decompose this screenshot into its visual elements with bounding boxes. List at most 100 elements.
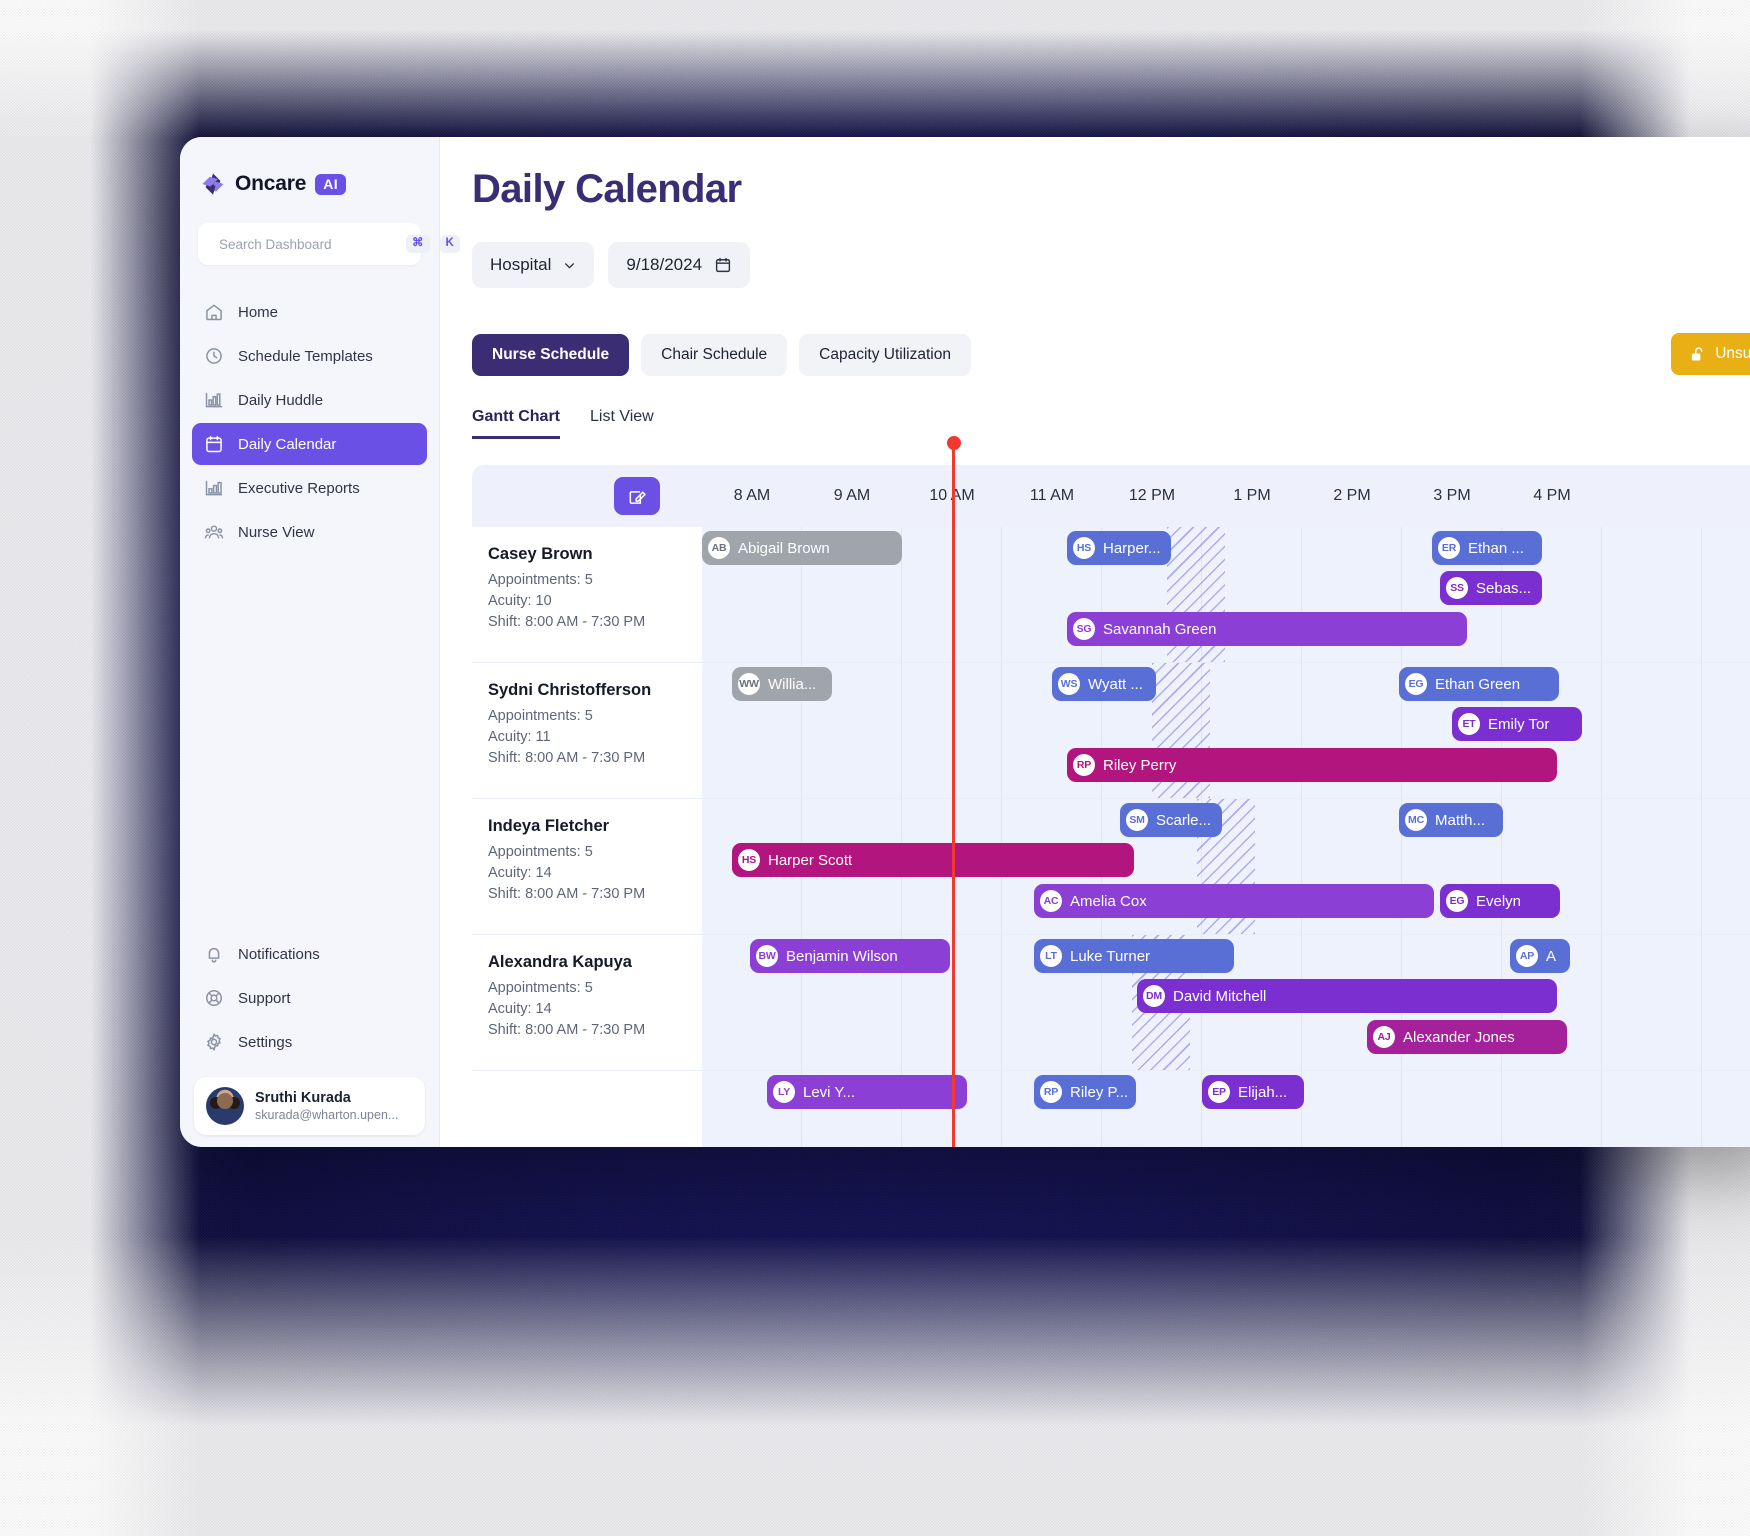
date-picker[interactable]: 9/18/2024 [608, 242, 751, 288]
appointment-bar[interactable]: AC Amelia Cox [1034, 884, 1434, 918]
time-label: 1 PM [1233, 487, 1271, 504]
patient-initials-avatar: HS [738, 849, 760, 871]
appointment-bar[interactable]: AB Abigail Brown [702, 531, 902, 565]
appointment-bar[interactable]: RP Riley Perry [1067, 748, 1557, 782]
tab-chair-schedule[interactable]: Chair Schedule [641, 334, 788, 376]
nurse-info: Indeya Fletcher Appointments: 5 Acuity: 14… [472, 799, 702, 934]
search-input[interactable] [219, 236, 396, 252]
sidebar-item-support[interactable]: Support [192, 977, 427, 1019]
appointment-bar[interactable]: WS Wyatt ... [1052, 667, 1156, 701]
nurse-meta-line: Shift: 8:00 AM - 7:30 PM [488, 886, 646, 903]
appointment-bar[interactable]: AJ Alexander Jones [1367, 1020, 1567, 1054]
patient-initials-avatar: DM [1143, 985, 1165, 1007]
sidebar-item-schedule-templates[interactable]: Schedule Templates [192, 335, 427, 377]
bell-icon [208, 947, 220, 963]
patient-initials-avatar: SS [1446, 577, 1468, 599]
calendar-icon [206, 435, 222, 453]
lifebuoy-icon [206, 990, 222, 1006]
appointment-bar[interactable]: ET Emily Tor [1452, 707, 1582, 741]
page-title: Daily Calendar [472, 167, 742, 211]
patient-name: Scarle... [1156, 811, 1212, 829]
schedule-tabs: Nurse Schedule Chair Schedule Capacity U… [472, 334, 1750, 376]
sidebar-item-executive-reports[interactable]: Executive Reports [192, 467, 427, 509]
chevron-down-icon [565, 262, 575, 268]
location-select[interactable]: Hospital [472, 242, 595, 288]
patient-name: Riley P... [1070, 1083, 1129, 1101]
appointment-bar[interactable]: LT Luke Turner [1034, 939, 1234, 973]
tab-capacity-utilization[interactable]: Capacity Utilization [799, 334, 971, 376]
nurse-meta-line: Acuity: 14 [488, 1001, 552, 1018]
tab-nurse-schedule[interactable]: Nurse Schedule [472, 334, 630, 376]
appointment-bar[interactable]: WW Willia... [732, 667, 832, 701]
tab-gantt-chart[interactable]: Gantt Chart [472, 408, 560, 439]
tab-list-view[interactable]: List View [590, 408, 654, 439]
unlock-icon [1692, 346, 1703, 361]
patient-name: Harper... [1103, 539, 1161, 557]
appointment-bar[interactable]: EG Evelyn [1440, 884, 1560, 918]
nurse-info [472, 1071, 702, 1147]
nurse-info: Sydni Christofferson Appointments: 5 Acuit… [472, 663, 702, 798]
patient-name: Evelyn [1476, 892, 1522, 910]
appointment-bar[interactable]: RP Riley P... [1034, 1075, 1136, 1109]
brand: Oncare AI [180, 137, 439, 197]
patient-initials-avatar: AC [1040, 890, 1062, 912]
sidebar-item-notifications[interactable]: Notifications [192, 933, 427, 975]
appointment-bar[interactable]: HS Harper Scott [732, 843, 1134, 877]
location-value: Hospital [490, 255, 552, 274]
gantt-row: Sydni Christofferson Appointments: 5 Acuit… [472, 663, 1750, 799]
brand-name: Oncare [235, 172, 307, 195]
sidebar-item-settings[interactable]: Settings [192, 1021, 427, 1063]
nurse-name: Casey Brown [488, 545, 593, 563]
patient-name: Matth... [1435, 811, 1486, 829]
sidebar-item-label: Notifications [238, 945, 320, 963]
appointment-bar[interactable]: MC Matth... [1399, 803, 1503, 837]
bar-chart-icon [205, 392, 223, 408]
now-marker-line [952, 443, 955, 1147]
appointment-bar[interactable]: EP Elijah... [1202, 1075, 1304, 1109]
appointment-bar[interactable]: SM Scarle... [1120, 803, 1222, 837]
unsubscribe-button[interactable]: Unsub [1671, 333, 1750, 375]
view-tabs: Gantt Chart List View [472, 408, 1750, 439]
nurse-meta: Appointments: 5 Acuity: 10 Shift: 8:00 AM … [488, 570, 686, 633]
appointment-bar[interactable]: BW Benjamin Wilson [750, 939, 950, 973]
nurse-meta: Appointments: 5 Acuity: 14 Shift: 8:00 AM … [488, 978, 686, 1041]
sidebar-item-home[interactable]: Home [192, 291, 427, 333]
patient-initials-avatar: LY [773, 1081, 795, 1103]
appointment-bar[interactable]: ER Ethan ... [1432, 531, 1542, 565]
patient-initials-avatar: WS [1058, 673, 1080, 695]
nurse-meta: Appointments: 5 Acuity: 11 Shift: 8:00 AM … [488, 706, 686, 769]
appointment-bar[interactable]: EG Ethan Green [1399, 667, 1559, 701]
gantt-lane: BW Benjamin Wilson LT Luke Turner AP A DM David… [702, 935, 1750, 1070]
time-label: 4 PM [1533, 487, 1571, 504]
appointment-bar[interactable]: HS Harper... [1067, 531, 1171, 565]
chart-up-icon [205, 480, 223, 496]
patient-initials-avatar: EP [1208, 1081, 1230, 1103]
time-label: 9 AM [833, 487, 871, 504]
patient-name: Savannah Green [1103, 620, 1217, 638]
edit-schedule-button[interactable] [614, 477, 660, 515]
nurse-meta-line: Acuity: 14 [488, 865, 552, 882]
patient-name: Luke Turner [1070, 947, 1151, 965]
app-window: Oncare AI ⌘ K Home Sched [180, 137, 1750, 1147]
patient-name: A [1546, 947, 1557, 965]
gantt-body: 8 AM 9 AM 10 AM 11 AM 12 PM 1 PM 2 PM 3 PM 4 PM … [472, 465, 1750, 1147]
appointment-bar[interactable]: LY Levi Y... [767, 1075, 967, 1109]
appointment-bar[interactable]: AP A [1510, 939, 1570, 973]
appointment-bar[interactable]: SG Savannah Green [1067, 612, 1467, 646]
calendar-icon [715, 257, 731, 273]
filter-controls: Hospital 9/18/2024 [472, 242, 1750, 288]
patient-name: Amelia Cox [1070, 892, 1147, 910]
sidebar-item-nurse-view[interactable]: Nurse View [192, 511, 427, 553]
user-profile-card[interactable]: Sruthi Kurada skurada@wharton.upen... [194, 1077, 425, 1135]
patient-initials-avatar: BW [756, 945, 778, 967]
sidebar-item-daily-calendar[interactable]: Daily Calendar [192, 423, 427, 465]
nurse-meta-line: Appointments: 5 [488, 708, 593, 724]
patient-initials-avatar: AJ [1373, 1026, 1395, 1048]
appointment-bar[interactable]: DM David Mitchell [1137, 979, 1557, 1013]
nurse-meta: Appointments: 5 Acuity: 14 Shift: 8:00 AM … [488, 842, 686, 905]
appointment-bar[interactable]: SS Sebas... [1440, 571, 1542, 605]
search-box[interactable]: ⌘ K [198, 223, 460, 265]
sidebar-item-daily-huddle[interactable]: Daily Huddle [192, 379, 427, 421]
home-icon [206, 304, 222, 321]
time-label: 11 AM [1029, 487, 1075, 504]
